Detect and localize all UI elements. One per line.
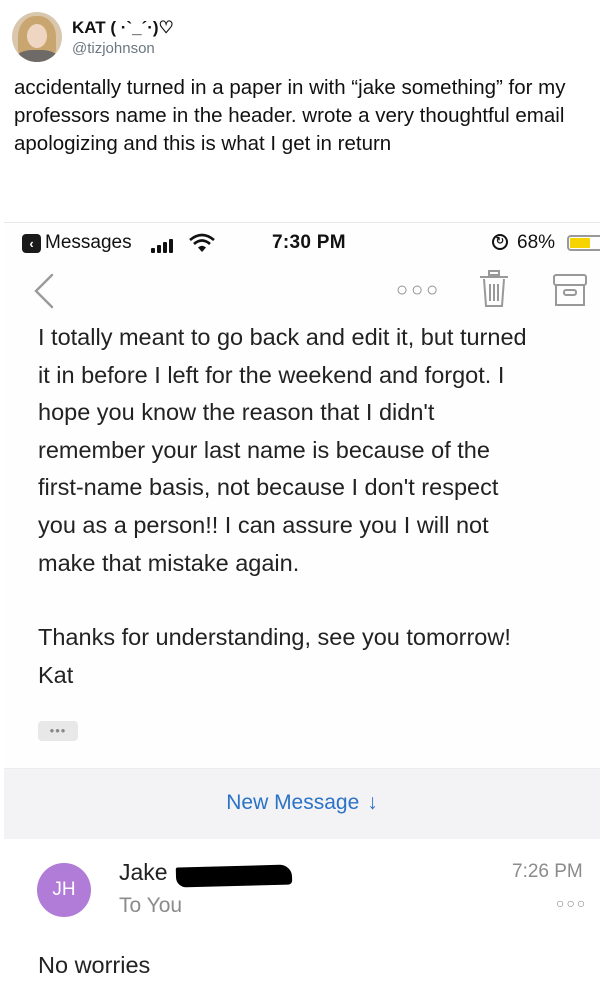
tweet-author: KAT ( ·`_´·)♡ @tizjohnson xyxy=(72,18,174,57)
email-closing: Thanks for understanding, see you tomorr… xyxy=(38,624,511,651)
wifi-icon xyxy=(189,233,215,252)
battery-icon xyxy=(567,235,600,251)
email-body-line: I totally meant to go back and edit it, … xyxy=(38,324,527,350)
redaction-mark xyxy=(175,864,293,888)
email-body: I totally meant to go back and edit it, … xyxy=(4,321,600,781)
back-chevron-icon[interactable] xyxy=(30,271,60,311)
archive-icon[interactable] xyxy=(552,273,588,307)
more-dots-icon[interactable]: ○○○ xyxy=(396,279,441,302)
email-body-line: make that mistake again. xyxy=(38,549,300,576)
back-to-app-icon[interactable]: ‹ xyxy=(22,234,41,253)
sender-avatar: JH xyxy=(37,863,91,917)
new-message-label: New Message xyxy=(226,791,360,814)
mail-toolbar: ○○○ xyxy=(4,263,600,319)
email-body-line: it in before I left for the weekend and … xyxy=(38,361,505,388)
status-time: 7:30 PM xyxy=(272,232,346,253)
lock-rotation-icon: ↻ xyxy=(492,234,508,250)
signal-icon xyxy=(151,237,183,253)
reply-body: No worries xyxy=(38,952,151,978)
email-body-line: first-name basis, not because I don't re… xyxy=(38,474,499,501)
back-to-app-label[interactable]: Messages xyxy=(45,232,132,254)
tweet-header: KAT ( ·`_´·)♡ @tizjohnson xyxy=(12,10,174,64)
email-signature: Kat xyxy=(38,661,74,688)
reply-message[interactable]: JH Jake To You 7:26 PM ○○○ No worries xyxy=(4,839,600,1001)
status-bar: ‹ Messages 7:30 PM ↻ 68% xyxy=(4,223,600,261)
tweet-text: accidentally turned in a paper in with “… xyxy=(14,76,566,155)
arrow-down-icon: ↓ xyxy=(367,791,378,814)
new-message-button[interactable]: New Message ↓ xyxy=(4,768,600,840)
email-body-line: you as a person!! I can assure you I wil… xyxy=(38,511,489,538)
sender-name: Jake xyxy=(119,859,168,885)
battery-percent: 68% xyxy=(517,232,556,253)
trash-icon[interactable] xyxy=(478,269,510,309)
profile-avatar[interactable] xyxy=(12,12,62,62)
display-name[interactable]: KAT ( ·`_´·)♡ xyxy=(72,18,174,38)
email-screenshot: ‹ Messages 7:30 PM ↻ 68% ○○○ I totally m… xyxy=(4,222,600,1001)
show-quoted-text-button[interactable]: ••• xyxy=(38,721,78,741)
recipient-label: To You xyxy=(119,894,183,917)
message-more-icon[interactable]: ○○○ xyxy=(556,895,587,911)
user-handle[interactable]: @tizjohnson xyxy=(72,40,174,57)
email-body-line: remember your last name is because of th… xyxy=(38,436,490,463)
message-time: 7:26 PM xyxy=(512,861,583,882)
email-body-line: hope you know the reason that I didn't xyxy=(38,399,435,426)
